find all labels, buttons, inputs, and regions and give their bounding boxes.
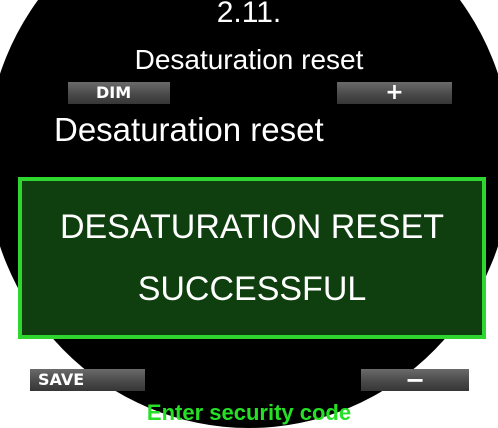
- hint-text: Enter security code: [146, 400, 352, 425]
- status-message-line-2: SUCCESSFUL: [137, 270, 367, 308]
- manual-figure: 2.11. Desaturation reset DIM + Desaturat…: [0, 0, 498, 428]
- minus-button[interactable]: −: [361, 368, 469, 392]
- save-button[interactable]: SAVE: [30, 369, 145, 391]
- screen-title: Desaturation reset: [54, 111, 324, 148]
- plus-button[interactable]: +: [337, 82, 452, 104]
- status-message-panel: DESATURATION RESET SUCCESSFUL: [18, 177, 486, 339]
- dim-button[interactable]: DIM: [68, 82, 170, 104]
- section-number: 2.11.: [216, 0, 282, 29]
- status-message-line-1: DESATURATION RESET: [59, 208, 445, 246]
- section-title: Desaturation reset: [134, 44, 364, 75]
